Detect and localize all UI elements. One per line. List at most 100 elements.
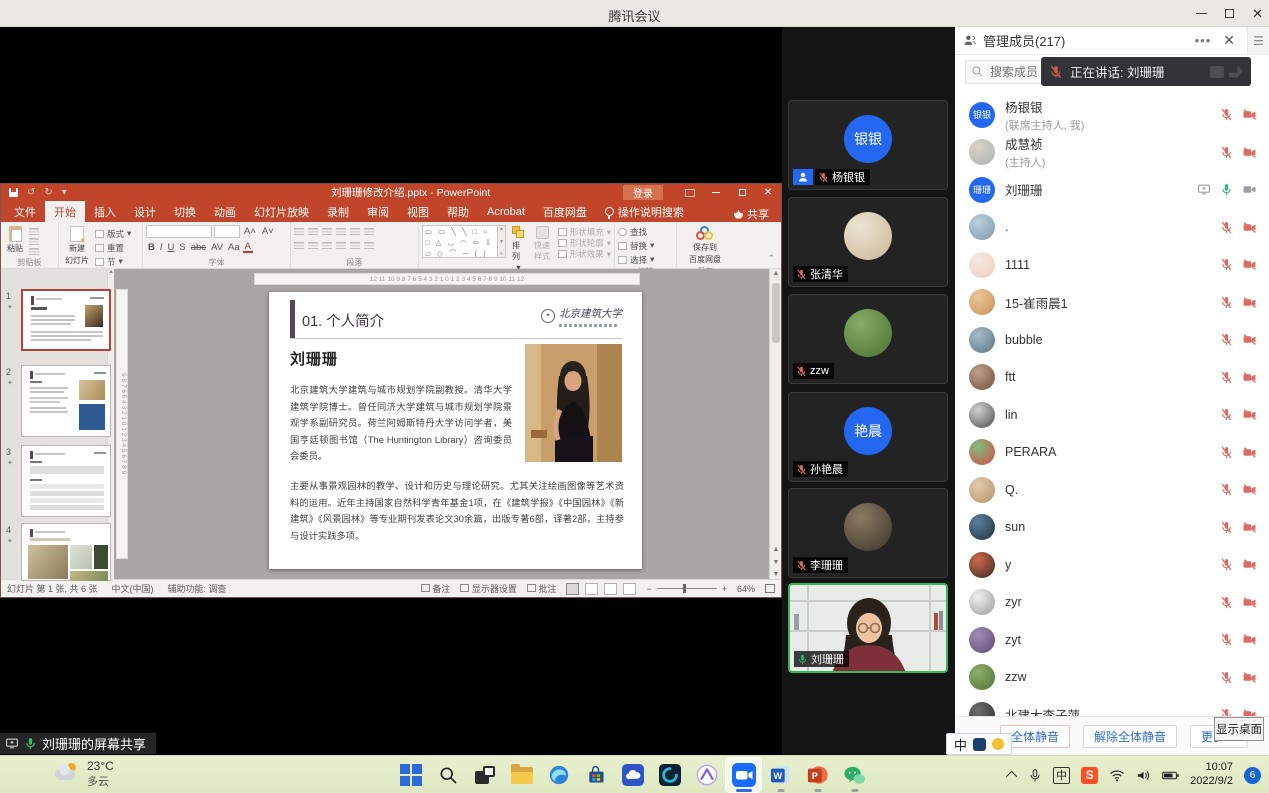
tab-view[interactable]: 视图 — [398, 201, 438, 222]
tab-insert[interactable]: 插入 — [85, 201, 125, 222]
ribbon-display-options-icon[interactable] — [677, 184, 703, 201]
font-size-box[interactable] — [214, 225, 240, 238]
mic-on-icon[interactable] — [1220, 183, 1233, 196]
video-tile[interactable]: zzw — [788, 294, 948, 384]
camera-off-icon[interactable] — [1242, 371, 1257, 384]
camera-off-icon[interactable] — [1242, 446, 1257, 459]
slide-section-title[interactable]: 01. 个人简介 — [302, 310, 384, 331]
notification-badge[interactable]: 6 — [1244, 767, 1261, 784]
video-tile[interactable]: 李珊珊 — [788, 488, 948, 578]
slide-canvas[interactable]: 01. 个人简介 ✦ 北京建筑大学 刘珊珊 北京建筑大学建筑与城市规划学院副教授… — [269, 292, 642, 569]
ime-mode-label[interactable]: 中 — [954, 735, 967, 754]
shadow-button[interactable]: S — [177, 242, 187, 253]
member-row[interactable]: zyr — [955, 584, 1269, 622]
ppt-minimize-icon[interactable] — [703, 184, 729, 201]
taskbar-app-cloud[interactable] — [614, 757, 651, 793]
display-settings-button[interactable]: 显示器设置 — [460, 582, 517, 595]
tab-home[interactable]: 开始 — [45, 201, 85, 222]
video-tile[interactable]: 艳晨孙艳晨 — [788, 392, 948, 482]
notes-toggle[interactable]: 备注 — [421, 582, 451, 595]
tab-transitions[interactable]: 切换 — [165, 201, 205, 222]
tab-help[interactable]: 帮助 — [438, 201, 478, 222]
member-row[interactable]: lin — [955, 396, 1269, 434]
taskbar-app-powerpoint[interactable]: P — [799, 757, 836, 793]
zoom-slider[interactable]: −+ — [646, 584, 727, 594]
character-spacing-button[interactable]: AV — [209, 242, 225, 253]
tell-me-search[interactable]: 操作说明搜索 — [596, 201, 693, 222]
undo-icon[interactable]: ↺ — [27, 188, 35, 198]
slide-thumbnail[interactable] — [21, 365, 111, 437]
line-spacing-icon[interactable] — [350, 227, 360, 235]
reading-view-icon[interactable] — [604, 583, 617, 595]
slide-paragraph-1[interactable]: 北京建筑大学建筑与城市规划学院副教授。清华大学建筑学院博士。曾任同济大学建筑与城… — [290, 382, 512, 465]
battery-icon[interactable] — [1162, 770, 1179, 781]
underline-button[interactable]: U — [166, 242, 177, 253]
slideshow-icon[interactable] — [623, 583, 636, 595]
accessibility-status[interactable]: 辅助功能: 调查 — [168, 582, 227, 595]
more-menu-icon[interactable]: ••• — [1195, 33, 1212, 48]
taskbar-app-explorer[interactable] — [503, 757, 540, 793]
mic-muted-icon[interactable] — [1220, 408, 1233, 421]
align-right-icon[interactable] — [322, 241, 332, 249]
taskbar-app-wechat[interactable] — [836, 757, 873, 793]
camera-off-icon[interactable] — [1242, 333, 1257, 346]
restore-icon[interactable] — [1225, 9, 1234, 18]
strikethrough-button[interactable]: abc — [189, 242, 208, 253]
member-row[interactable]: bubble — [955, 321, 1269, 359]
shrink-font-icon[interactable]: A˅ — [260, 226, 276, 237]
ime-emoji-icon[interactable] — [992, 738, 1004, 750]
weather-widget[interactable]: 23°C 多云 — [55, 759, 114, 789]
panel-sidebar-toggle-icon[interactable]: ☰ — [1247, 27, 1269, 55]
font-color-button[interactable]: A — [243, 242, 253, 253]
camera-off-icon[interactable] — [1242, 558, 1257, 571]
mic-muted-icon[interactable] — [1220, 446, 1233, 459]
camera-off-icon[interactable] — [1242, 221, 1257, 234]
tab-baidu-pan[interactable]: 百度网盘 — [534, 201, 596, 222]
numbering-icon[interactable] — [308, 227, 318, 235]
mic-muted-icon[interactable] — [1220, 221, 1233, 234]
camera-off-icon[interactable] — [1242, 708, 1257, 716]
member-row[interactable]: 北建大李子萍 — [955, 696, 1269, 716]
mic-muted-icon[interactable] — [1220, 146, 1233, 159]
taskbar-app-word[interactable]: W — [762, 757, 799, 793]
taskbar-app-meeting[interactable] — [725, 757, 762, 793]
save-to-baidu-button[interactable]: 保存到百度网盘 — [686, 225, 724, 266]
wifi-icon[interactable] — [1109, 769, 1125, 782]
video-tile[interactable]: 刘珊珊 — [788, 583, 948, 673]
ime-indicator[interactable]: 中 — [1053, 767, 1070, 784]
mic-muted-icon[interactable] — [1220, 596, 1233, 609]
redo-icon[interactable]: ↻ — [44, 188, 52, 198]
member-row[interactable]: 1111 — [955, 246, 1269, 284]
mic-muted-icon[interactable] — [1220, 671, 1233, 684]
text-direction-icon[interactable] — [364, 227, 374, 235]
align-center-icon[interactable] — [308, 241, 318, 249]
slide-sorter-icon[interactable] — [585, 583, 598, 595]
close-icon[interactable]: ✕ — [1252, 7, 1263, 20]
taskbar-app-start[interactable] — [392, 757, 429, 793]
mic-muted-icon[interactable] — [1220, 558, 1233, 571]
member-row[interactable]: 成慧祯(主持人) — [955, 134, 1269, 172]
camera-off-icon[interactable] — [1242, 108, 1257, 121]
camera-off-icon[interactable] — [1242, 596, 1257, 609]
align-text-icon[interactable] — [364, 241, 374, 249]
decrease-indent-icon[interactable] — [322, 227, 332, 235]
shapes-gallery[interactable]: ▭ ▭ ╲ ╲ □ ○□ △ ◡ ◠ ⇦ ⇩▱ ◇ ⌒ ∼ ( ) — [422, 225, 498, 258]
member-row[interactable]: 珊珊刘珊珊 — [955, 171, 1269, 209]
mic-muted-icon[interactable] — [1220, 258, 1233, 271]
mic-muted-icon[interactable] — [818, 172, 829, 183]
member-row[interactable]: 15-崔雨晨1 — [955, 284, 1269, 322]
member-row[interactable]: y — [955, 546, 1269, 584]
format-painter-icon[interactable] — [29, 247, 39, 255]
slide-person-name[interactable]: 刘珊珊 — [290, 348, 338, 369]
camera-off-icon[interactable] — [1242, 146, 1257, 159]
find-button[interactable]: 查找 — [618, 225, 647, 238]
unmute-all-button[interactable]: 解除全体静音 — [1083, 725, 1177, 748]
mic-muted-icon[interactable] — [1220, 521, 1233, 534]
shape-outline-button[interactable]: 形状轮廓 ▾ — [558, 238, 611, 248]
panel-close-icon[interactable]: ✕ — [1223, 32, 1235, 49]
member-row[interactable]: zzw — [955, 659, 1269, 697]
select-button[interactable]: 选择 ▾ — [618, 253, 654, 266]
tab-acrobat[interactable]: Acrobat — [478, 201, 534, 222]
mic-muted-icon[interactable] — [1220, 483, 1233, 496]
tray-mic-icon[interactable] — [1028, 768, 1042, 783]
